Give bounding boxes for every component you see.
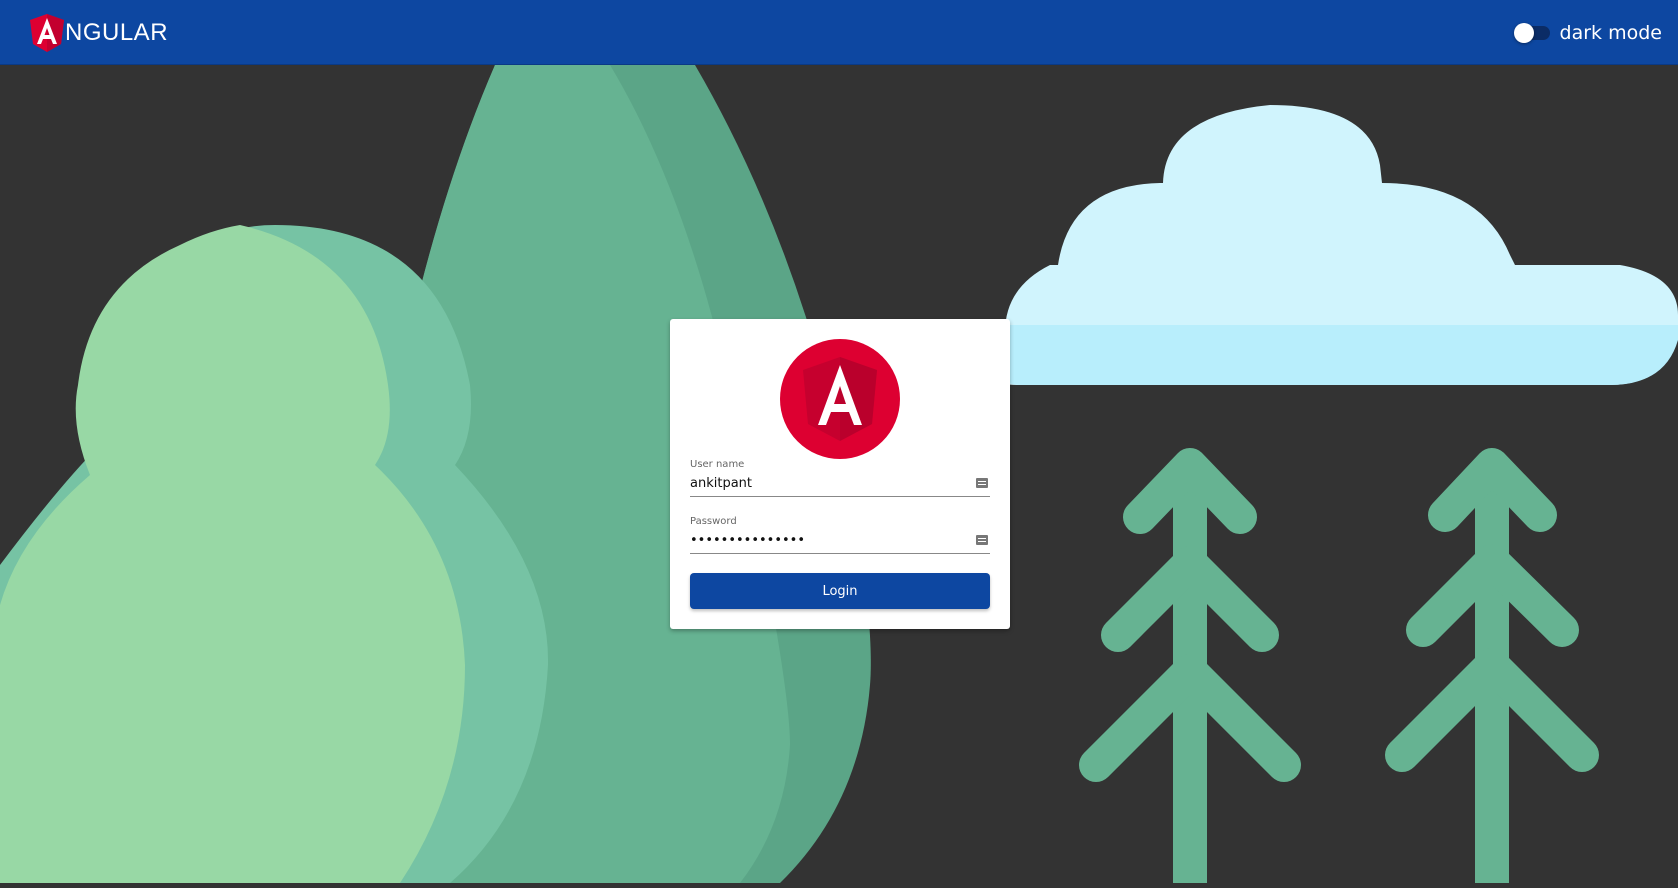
top-toolbar: NGULAR dark mode bbox=[0, 0, 1678, 65]
keyboard-icon[interactable] bbox=[976, 532, 988, 545]
keyboard-icon[interactable] bbox=[976, 475, 988, 488]
dark-mode-toggle[interactable]: dark mode bbox=[1513, 18, 1662, 48]
password-underline bbox=[690, 553, 990, 554]
brand-text: NGULAR bbox=[65, 19, 169, 46]
password-input[interactable] bbox=[690, 530, 970, 550]
toggle-track[interactable] bbox=[1513, 23, 1550, 43]
brand[interactable]: NGULAR bbox=[30, 13, 168, 53]
pine-tree-right bbox=[1385, 448, 1599, 888]
password-label: Password bbox=[690, 516, 737, 527]
login-button[interactable]: Login bbox=[690, 573, 990, 609]
cloud-bottom bbox=[984, 325, 1678, 385]
toggle-thumb[interactable] bbox=[1513, 23, 1534, 43]
angular-logo-icon bbox=[30, 14, 64, 52]
username-label: User name bbox=[690, 459, 745, 470]
dark-mode-label: dark mode bbox=[1559, 22, 1662, 44]
login-card: User name Password Login bbox=[670, 319, 1010, 629]
username-input[interactable] bbox=[690, 473, 970, 493]
pine-tree-left bbox=[1079, 448, 1301, 888]
angular-logo-icon bbox=[780, 339, 900, 459]
username-underline bbox=[690, 496, 990, 497]
